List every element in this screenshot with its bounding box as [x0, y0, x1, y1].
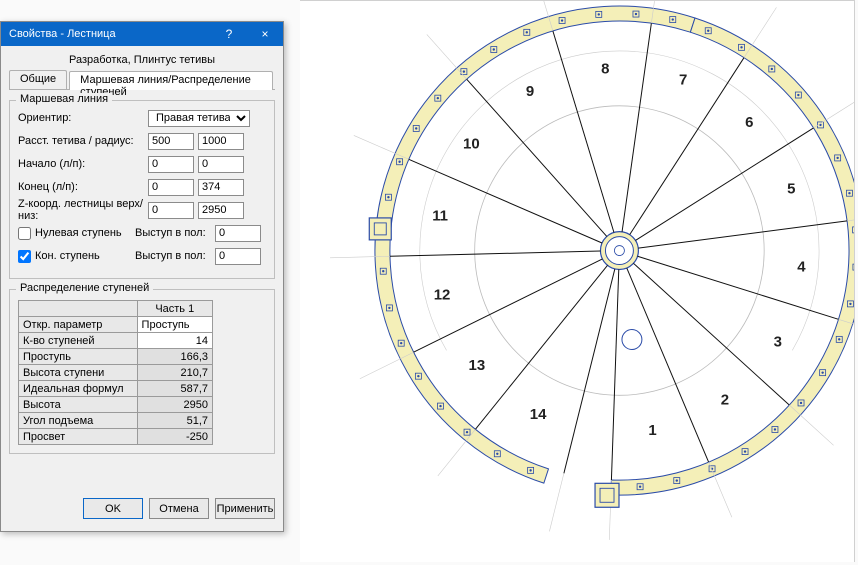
- zero-step-protrusion-input[interactable]: [215, 225, 261, 242]
- dist-label: Расст. тетива / радиус:: [18, 135, 148, 147]
- tab-general[interactable]: Общие: [9, 70, 67, 89]
- group-march-line-title: Маршевая линия: [16, 93, 112, 105]
- v-ideal: 587,7: [137, 381, 212, 397]
- v-angle: 51,7: [137, 413, 212, 429]
- top-tab-caption[interactable]: Разработка, Плинтус тетивы: [9, 52, 275, 68]
- svg-text:3: 3: [774, 333, 782, 350]
- distribution-table: Часть 1 Откр. параметрПроступь К-во ступ…: [18, 300, 213, 445]
- group-march-line: Маршевая линия Ориентир: Правая тетива Р…: [9, 100, 275, 279]
- close-button[interactable]: ×: [247, 22, 283, 46]
- start-label: Начало (л/п):: [18, 158, 148, 170]
- svg-text:7: 7: [679, 71, 687, 88]
- svg-text:1: 1: [648, 422, 656, 439]
- properties-dialog: Свойства - Лестница ? × Разработка, Плин…: [0, 21, 284, 532]
- r-riser: Высота ступени: [19, 365, 138, 381]
- orient-select[interactable]: Правая тетива: [148, 110, 250, 127]
- svg-text:14: 14: [530, 406, 547, 423]
- help-button[interactable]: ?: [211, 22, 247, 46]
- end-left-input[interactable]: [148, 179, 194, 196]
- zero-step-checkbox[interactable]: [18, 227, 31, 240]
- r-open-param: Откр. параметр: [19, 317, 138, 333]
- titlebar[interactable]: Свойства - Лестница ? ×: [1, 22, 283, 46]
- r-clear: Просвет: [19, 429, 138, 445]
- svg-text:6: 6: [745, 114, 753, 131]
- group-step-distribution: Распределение ступеней Часть 1 Откр. пар…: [9, 289, 275, 454]
- tab-strip: Общие Маршевая линия/Распределение ступе…: [9, 70, 275, 90]
- end-step-protrusion-input[interactable]: [215, 248, 261, 265]
- r-height: Высота: [19, 397, 138, 413]
- z-bottom-input[interactable]: [198, 202, 244, 219]
- dialog-body: Разработка, Плинтус тетивы Общие Маршева…: [1, 46, 283, 531]
- button-row: OK Отмена Применить: [9, 494, 275, 523]
- svg-text:4: 4: [797, 258, 806, 275]
- svg-text:8: 8: [601, 60, 609, 77]
- r-ideal: Идеальная формул: [19, 381, 138, 397]
- svg-text:11: 11: [432, 208, 448, 225]
- dist-radius-input[interactable]: [198, 133, 244, 150]
- ok-button[interactable]: OK: [83, 498, 143, 519]
- svg-text:2: 2: [721, 392, 729, 409]
- group-step-distribution-title: Распределение ступеней: [16, 282, 153, 294]
- dist-string-input[interactable]: [148, 133, 194, 150]
- svg-text:13: 13: [469, 357, 486, 374]
- tab-march-line[interactable]: Маршевая линия/Распределение ступеней: [69, 71, 273, 90]
- r-tread: Проступь: [19, 349, 138, 365]
- start-right-input[interactable]: [198, 156, 244, 173]
- z-top-input[interactable]: [148, 202, 194, 219]
- r-angle: Угол подъема: [19, 413, 138, 429]
- svg-text:9: 9: [526, 83, 534, 100]
- apply-button[interactable]: Применить: [215, 498, 275, 519]
- r-count: К-во ступеней: [19, 333, 138, 349]
- zcoord-label: Z-коорд. лестницы верх/низ:: [18, 198, 148, 222]
- v-count[interactable]: 14: [137, 333, 212, 349]
- svg-text:10: 10: [463, 136, 480, 153]
- end-label: Конец (л/п):: [18, 181, 148, 193]
- v-height: 2950: [137, 397, 212, 413]
- cancel-button[interactable]: Отмена: [149, 498, 209, 519]
- col-part1: Часть 1: [137, 301, 212, 317]
- v-riser: 210,7: [137, 365, 212, 381]
- start-left-input[interactable]: [148, 156, 194, 173]
- svg-text:5: 5: [787, 180, 795, 197]
- vys-label-2: Выступ в пол:: [135, 250, 215, 262]
- end-right-input[interactable]: [198, 179, 244, 196]
- zero-step-label: Нулевая ступень: [35, 227, 125, 239]
- svg-text:12: 12: [434, 286, 451, 303]
- vys-label-1: Выступ в пол:: [135, 227, 215, 239]
- dialog-title: Свойства - Лестница: [9, 28, 211, 40]
- end-step-label: Кон. ступень: [35, 250, 125, 262]
- plan-svg: 1234567891011121314: [300, 1, 854, 562]
- stair-plan-canvas[interactable]: 1234567891011121314: [300, 0, 855, 562]
- v-open-param[interactable]: Проступь: [137, 317, 212, 333]
- v-clear: -250: [137, 429, 212, 445]
- end-step-checkbox[interactable]: [18, 250, 31, 263]
- v-tread: 166,3: [137, 349, 212, 365]
- orient-label: Ориентир:: [18, 112, 148, 124]
